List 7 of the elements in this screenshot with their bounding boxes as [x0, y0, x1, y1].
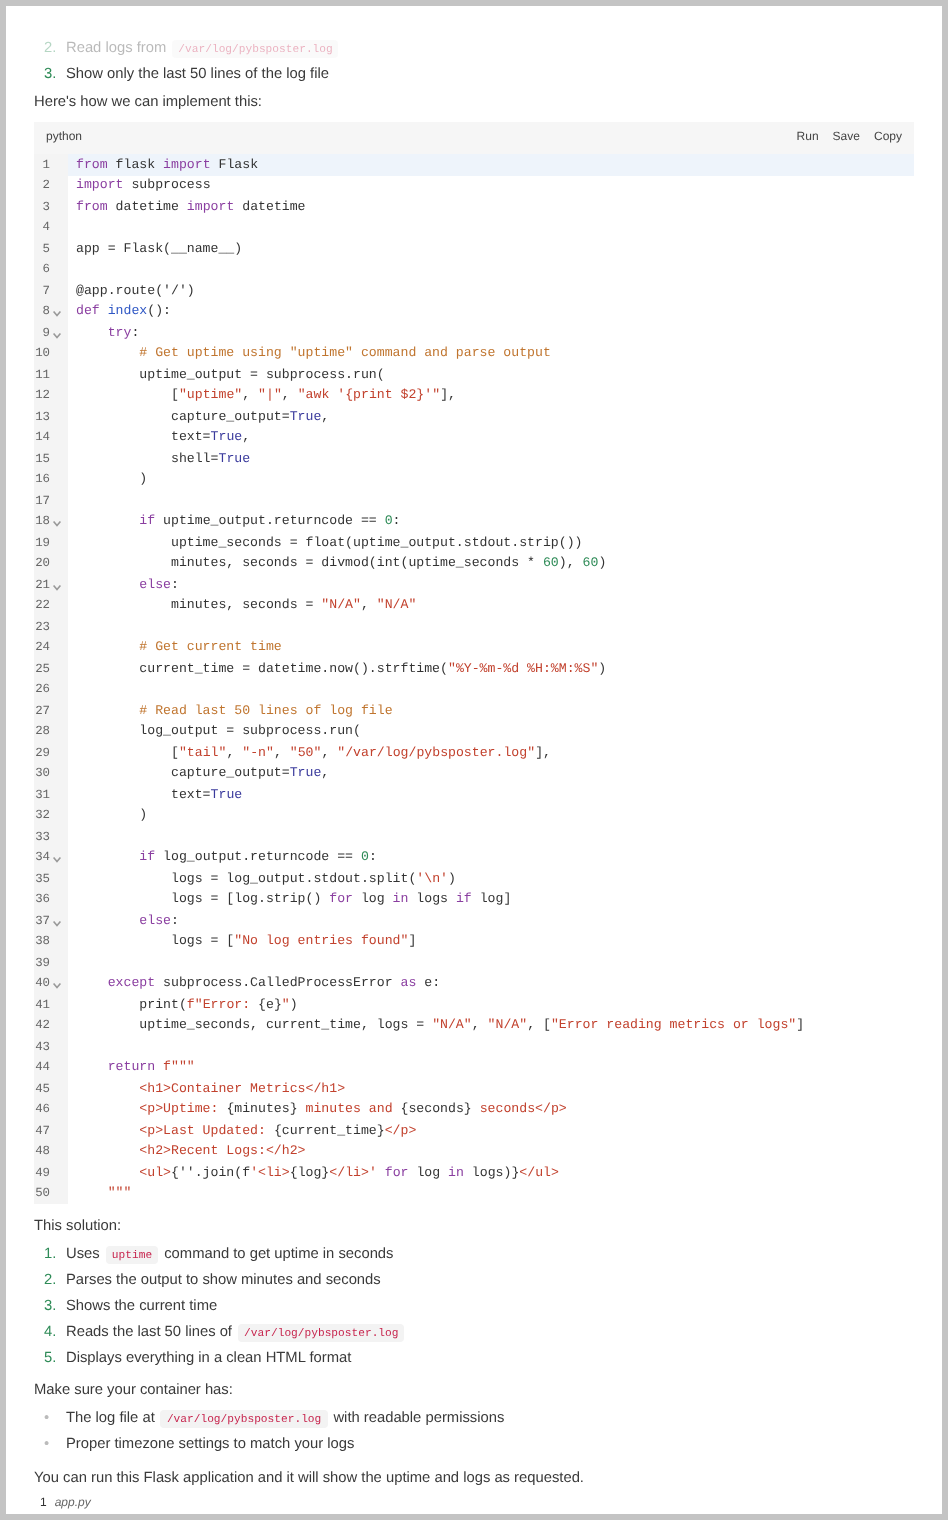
fold-chevron-icon[interactable]: [52, 331, 62, 340]
fold-chevron-icon[interactable]: [52, 856, 62, 865]
fold-chevron-icon[interactable]: [52, 520, 62, 529]
fold-chevron-icon[interactable]: [52, 310, 62, 319]
fold-chevron-icon[interactable]: [52, 583, 62, 592]
fold-chevron-icon[interactable]: [52, 982, 62, 991]
fold-chevron-icon[interactable]: [52, 919, 62, 928]
